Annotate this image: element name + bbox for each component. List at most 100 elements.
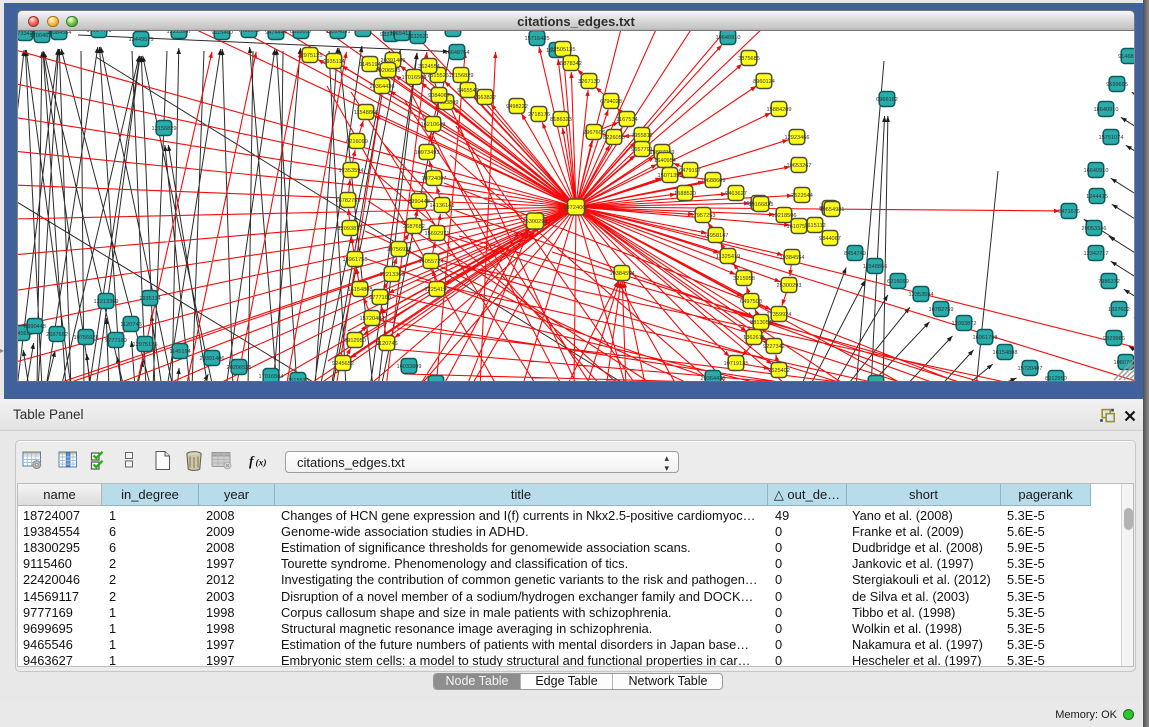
svg-text:12975125: 12975125 bbox=[133, 342, 158, 348]
svg-text:19640910: 19640910 bbox=[716, 35, 741, 41]
svg-text:2718176: 2718176 bbox=[528, 112, 550, 118]
svg-text:20206535: 20206535 bbox=[376, 68, 401, 74]
svg-text:10973493: 10973493 bbox=[415, 150, 440, 156]
svg-text:2687682: 2687682 bbox=[403, 224, 425, 230]
svg-text:15884209: 15884209 bbox=[767, 107, 792, 113]
svg-text:10688609: 10688609 bbox=[701, 178, 726, 184]
svg-text:2935114: 2935114 bbox=[323, 59, 344, 65]
svg-text:14136141: 14136141 bbox=[430, 203, 455, 209]
svg-text:12353594: 12353594 bbox=[339, 168, 364, 174]
svg-text:18724007: 18724007 bbox=[422, 176, 447, 182]
svg-text:9084067: 9084067 bbox=[428, 93, 450, 99]
svg-text:9245652: 9245652 bbox=[332, 361, 354, 367]
svg-text:1167534: 1167534 bbox=[616, 117, 637, 123]
svg-text:9227342: 9227342 bbox=[763, 344, 785, 350]
svg-text:1615112: 1615112 bbox=[804, 223, 825, 229]
svg-text:13449575: 13449575 bbox=[129, 37, 154, 43]
svg-text:5878342: 5878342 bbox=[560, 61, 582, 67]
svg-text:16648764: 16648764 bbox=[445, 50, 470, 56]
svg-text:2687682: 2687682 bbox=[46, 332, 68, 338]
svg-text:1244415: 1244415 bbox=[1086, 194, 1108, 200]
svg-text:7625402: 7625402 bbox=[768, 368, 790, 374]
svg-text:11548866: 11548866 bbox=[863, 264, 887, 270]
svg-text:12923466: 12923466 bbox=[785, 135, 810, 141]
svg-text:19384554: 19384554 bbox=[47, 31, 72, 36]
svg-text:12093872: 12093872 bbox=[338, 226, 363, 232]
svg-text:19218506: 19218506 bbox=[772, 213, 797, 219]
svg-text:19654981: 19654981 bbox=[820, 207, 845, 213]
svg-text:9146821: 9146821 bbox=[1118, 54, 1135, 60]
svg-text:9465546: 9465546 bbox=[457, 88, 479, 94]
svg-text:7485063: 7485063 bbox=[238, 31, 260, 34]
svg-text:8454749: 8454749 bbox=[844, 251, 866, 257]
svg-text:11548866: 11548866 bbox=[354, 110, 378, 116]
svg-text:9777169: 9777169 bbox=[369, 295, 391, 301]
svg-text:1640954: 1640954 bbox=[654, 158, 676, 164]
svg-text:3875685: 3875685 bbox=[738, 56, 760, 62]
svg-text:8912950: 8912950 bbox=[1045, 376, 1067, 382]
svg-text:12505135: 12505135 bbox=[551, 47, 576, 53]
svg-text:20053346: 20053346 bbox=[1082, 226, 1107, 232]
svg-text:7986372: 7986372 bbox=[1098, 279, 1120, 285]
svg-text:17957253: 17957253 bbox=[691, 213, 716, 219]
svg-text:6216099: 6216099 bbox=[346, 139, 368, 145]
svg-text:6966162: 6966162 bbox=[876, 97, 898, 103]
svg-text:10756928: 10756928 bbox=[74, 335, 99, 341]
svg-text:14914449: 14914449 bbox=[87, 31, 112, 34]
svg-text:16210643: 16210643 bbox=[421, 122, 446, 128]
svg-text:2522544: 2522544 bbox=[791, 193, 813, 199]
svg-text:19384554: 19384554 bbox=[610, 271, 635, 277]
svg-text:3624554: 3624554 bbox=[418, 64, 440, 70]
svg-text:9329966: 9329966 bbox=[1103, 336, 1125, 342]
svg-text:18640910: 18640910 bbox=[1094, 107, 1119, 113]
svg-text:1120746: 1120746 bbox=[376, 341, 397, 347]
svg-text:15071355: 15071355 bbox=[658, 173, 683, 179]
svg-text:8990448: 8990448 bbox=[408, 199, 430, 205]
svg-text:(x): (x) bbox=[256, 458, 267, 469]
svg-text:10719135: 10719135 bbox=[724, 361, 749, 367]
svg-text:f: f bbox=[249, 454, 255, 469]
svg-text:14958147: 14958147 bbox=[704, 233, 729, 239]
svg-text:10756928: 10756928 bbox=[387, 247, 412, 253]
svg-text:16154808: 16154808 bbox=[348, 287, 373, 293]
svg-text:8186323: 8186323 bbox=[550, 117, 572, 123]
svg-text:9699695: 9699695 bbox=[1106, 82, 1128, 88]
svg-text:17016504: 17016504 bbox=[402, 75, 427, 81]
svg-text:6216099: 6216099 bbox=[887, 279, 909, 285]
svg-text:9498222: 9498222 bbox=[506, 104, 528, 110]
svg-text:8912950: 8912950 bbox=[344, 338, 366, 344]
svg-text:8960124: 8960124 bbox=[753, 79, 775, 85]
svg-text:16033809: 16033809 bbox=[397, 364, 422, 370]
svg-text:20391406: 20391406 bbox=[200, 356, 225, 362]
svg-text:12353594: 12353594 bbox=[909, 292, 934, 298]
svg-text:13524851: 13524851 bbox=[326, 31, 351, 35]
svg-text:7663822: 7663822 bbox=[425, 381, 447, 382]
svg-text:1145194: 1145194 bbox=[169, 349, 190, 355]
svg-text:1362615: 1362615 bbox=[743, 335, 765, 341]
svg-text:1327602: 1327602 bbox=[1108, 307, 1130, 313]
svg-text:12156829: 12156829 bbox=[152, 126, 177, 132]
svg-text:15720407: 15720407 bbox=[360, 316, 385, 322]
svg-text:16961758: 16961758 bbox=[973, 335, 998, 341]
svg-text:12156829: 12156829 bbox=[449, 73, 474, 79]
svg-text:9777169: 9777169 bbox=[105, 338, 127, 344]
svg-text:19384554: 19384554 bbox=[780, 255, 805, 261]
svg-text:2967608: 2967608 bbox=[583, 130, 605, 136]
svg-text:15692971: 15692971 bbox=[425, 231, 450, 237]
svg-text:16961758: 16961758 bbox=[343, 257, 368, 263]
svg-text:12254190: 12254190 bbox=[425, 287, 450, 293]
svg-text:12093872: 12093872 bbox=[952, 321, 977, 327]
svg-text:11325419: 11325419 bbox=[716, 254, 740, 260]
svg-text:8471676: 8471676 bbox=[1058, 209, 1080, 215]
svg-text:16154808: 16154808 bbox=[993, 350, 1018, 356]
svg-text:7955812: 7955812 bbox=[631, 133, 653, 139]
svg-text:12213369: 12213369 bbox=[94, 299, 119, 305]
svg-text:25300293: 25300293 bbox=[523, 219, 548, 225]
svg-text:18724007: 18724007 bbox=[563, 205, 589, 211]
svg-text:7462660: 7462660 bbox=[352, 31, 374, 33]
svg-text:9474444: 9474444 bbox=[265, 31, 287, 36]
svg-text:8226058: 8226058 bbox=[603, 135, 625, 141]
svg-text:6497508: 6497508 bbox=[740, 299, 762, 305]
svg-text:10025433: 10025433 bbox=[441, 31, 466, 33]
svg-text:7632621: 7632621 bbox=[407, 34, 429, 40]
